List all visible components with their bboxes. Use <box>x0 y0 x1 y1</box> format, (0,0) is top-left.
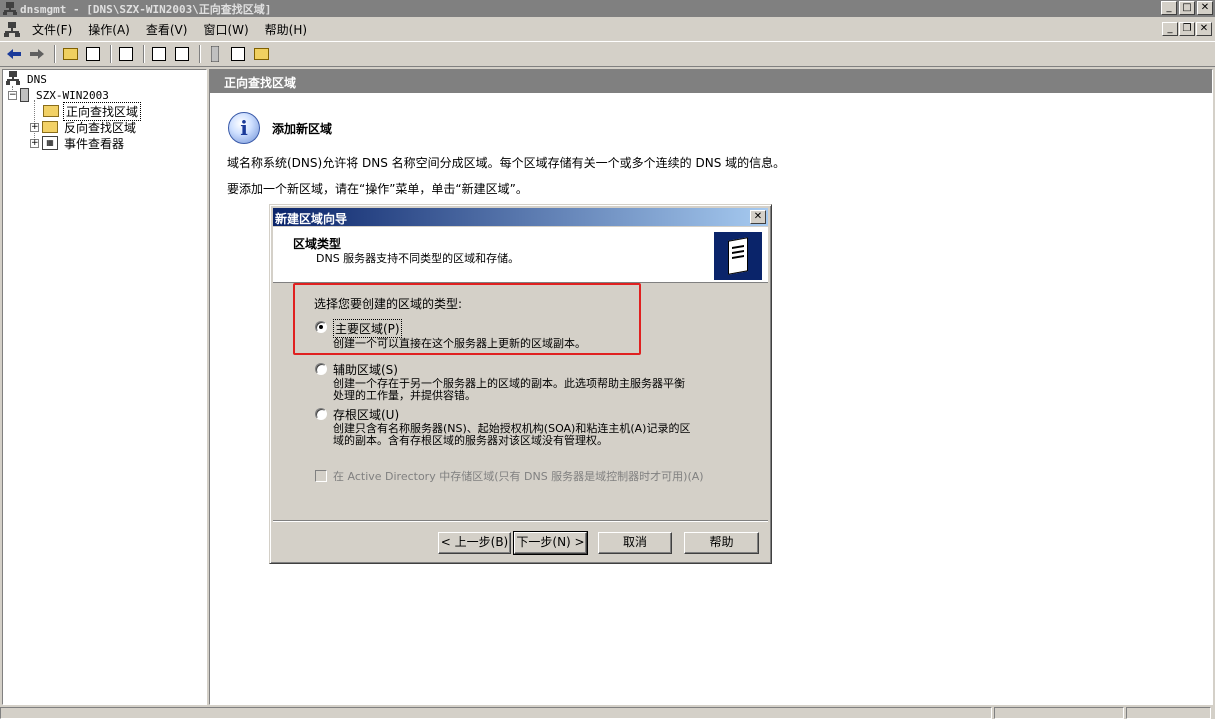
primary-zone-label[interactable]: 主要区域(P) <box>333 319 402 338</box>
dialog-header: 区域类型 DNS 服务器支持不同类型的区域和存储。 <box>273 227 768 283</box>
menu-action[interactable]: 操作(A) <box>80 21 138 38</box>
new-zone-wizard-dialog: 新建区域向导 ✕ 区域类型 DNS 服务器支持不同类型的区域和存储。 选择您要创… <box>269 204 772 564</box>
dialog-body: 选择您要创建的区域的类型: 主要区域(P) 创建一个可以直接在这个服务器上更新的… <box>273 285 768 519</box>
dialog-header-subtitle: DNS 服务器支持不同类型的区域和存储。 <box>316 252 520 265</box>
menu-help[interactable]: 帮助(H) <box>257 21 315 38</box>
refresh-icon[interactable] <box>116 44 136 64</box>
toolbar <box>0 41 1215 67</box>
dialog-title: 新建区域向导 <box>275 212 348 226</box>
toolbar-separator <box>199 45 201 63</box>
help-icon[interactable] <box>172 44 192 64</box>
event-viewer-icon: ▦ <box>42 136 58 150</box>
ad-store-checkbox-row: 在 Active Directory 中存储区域(只有 DNS 服务器是域控制器… <box>315 468 704 484</box>
toolbar-separator <box>143 45 145 63</box>
cancel-button[interactable]: 取消 <box>598 532 672 554</box>
ad-store-label: 在 Active Directory 中存储区域(只有 DNS 服务器是域控制器… <box>333 470 704 483</box>
minimize-button[interactable]: _ <box>1161 1 1177 15</box>
event-icon[interactable] <box>251 44 271 64</box>
toolbar-separator <box>54 45 56 63</box>
show-tree-icon[interactable] <box>83 44 103 64</box>
window-title: dnsmgmt - [DNS\SZX-WIN2003\正向查找区域] <box>20 2 272 16</box>
zone-type-prompt: 选择您要创建的区域的类型: <box>314 297 463 311</box>
ad-store-checkbox <box>315 470 327 482</box>
dns-icon <box>6 70 20 88</box>
maximize-button[interactable]: □ <box>1179 1 1195 15</box>
expand-icon[interactable]: + <box>30 138 39 148</box>
stub-zone-desc-line2: 域的副本。含有存根区域的服务器对该区域没有管理权。 <box>333 434 608 447</box>
menu-file[interactable]: 文件(F) <box>24 21 80 38</box>
status-cell-2 <box>994 707 1124 719</box>
info-icon: i <box>228 112 260 144</box>
folder-icon <box>43 105 59 117</box>
status-bar <box>0 707 1215 719</box>
mmc-icon[interactable] <box>4 21 20 37</box>
option-stub-zone[interactable]: 存根区域(U) 创建只含有名称服务器(NS)、起始授权机构(SOA)和粘连主机(… <box>315 406 690 447</box>
secondary-zone-label[interactable]: 辅助区域(S) <box>333 361 685 378</box>
secondary-zone-desc-line2: 处理的工作量，并提供容错。 <box>333 389 476 402</box>
primary-zone-desc: 创建一个可以直接在这个服务器上更新的区域副本。 <box>333 337 586 350</box>
close-button[interactable]: ✕ <box>1197 1 1213 15</box>
server-icon <box>20 88 29 102</box>
tree-label-event-viewer: 事件查看器 <box>64 136 125 151</box>
primary-zone-radio[interactable] <box>315 321 327 333</box>
server-wizard-icon <box>714 232 762 280</box>
dialog-close-button[interactable]: ✕ <box>750 210 766 224</box>
pane-description: 域名称系统(DNS)允许将 DNS 名称空间分成区域。每个区域存储有关一个或多个… <box>227 156 786 170</box>
tree-item-event-viewer[interactable]: + ▦ 事件查看器 <box>30 135 126 151</box>
dns-app-icon <box>3 2 17 15</box>
stub-zone-label[interactable]: 存根区域(U) <box>333 406 690 423</box>
expand-icon[interactable]: + <box>30 122 39 132</box>
help-button[interactable]: 帮助 <box>684 532 759 554</box>
tree-item-reverse-zone[interactable]: + 反向查找区域 <box>30 119 138 135</box>
tree-label-reverse-zone: 反向查找区域 <box>64 120 137 135</box>
status-cell-3 <box>1126 707 1211 719</box>
back-arrow-icon[interactable] <box>4 44 24 64</box>
menu-bar: 文件(F) 操作(A) 查看(V) 窗口(W) 帮助(H) _ ❐ ✕ <box>0 18 1215 40</box>
console-tree: DNS − SZX-WIN2003 正向查找区域 + 反向查找区域 + ▦ 事件… <box>2 69 207 705</box>
status-cell-main <box>0 707 992 719</box>
tree-item-forward-zone[interactable]: 正向查找区域 <box>43 101 142 121</box>
option-secondary-zone[interactable]: 辅助区域(S) 创建一个存在于另一个服务器上的区域的副本。此选项帮助主服务器平衡… <box>315 361 685 402</box>
info-title: 添加新区域 <box>272 121 333 136</box>
folder-icon <box>42 121 58 133</box>
back-button[interactable]: < 上一步(B) <box>438 532 511 554</box>
option-primary-zone[interactable]: 主要区域(P) 创建一个可以直接在这个服务器上更新的区域副本。 <box>315 319 586 350</box>
mdi-close-button[interactable]: ✕ <box>1196 22 1212 36</box>
up-folder-icon[interactable] <box>60 44 80 64</box>
stub-zone-radio[interactable] <box>315 408 327 420</box>
mdi-restore-button[interactable]: ❐ <box>1179 22 1195 36</box>
forward-arrow-icon[interactable] <box>27 44 47 64</box>
toolbar-separator <box>110 45 112 63</box>
dialog-separator <box>273 520 768 522</box>
list-icon[interactable] <box>228 44 248 64</box>
tree-label-server: SZX-WIN2003 <box>36 88 109 102</box>
pane-header: 正向查找区域 <box>210 70 1212 93</box>
next-button[interactable]: 下一步(N) > <box>513 531 588 555</box>
server-icon[interactable] <box>205 44 225 64</box>
secondary-zone-radio[interactable] <box>315 363 327 375</box>
collapse-icon[interactable]: − <box>8 90 17 100</box>
tree-label-dns: DNS <box>27 72 47 86</box>
pane-instruction: 要添加一个新区域，请在“操作”菜单，单击“新建区域”。 <box>227 182 528 196</box>
properties-icon[interactable] <box>149 44 169 64</box>
title-bar: dnsmgmt - [DNS\SZX-WIN2003\正向查找区域] _ □ ✕ <box>0 0 1215 17</box>
tree-item-dns[interactable]: DNS <box>6 70 49 88</box>
mdi-minimize-button[interactable]: _ <box>1162 22 1178 36</box>
dialog-title-bar: 新建区域向导 ✕ <box>273 208 768 226</box>
menu-view[interactable]: 查看(V) <box>138 21 196 38</box>
menu-window[interactable]: 窗口(W) <box>195 21 256 38</box>
